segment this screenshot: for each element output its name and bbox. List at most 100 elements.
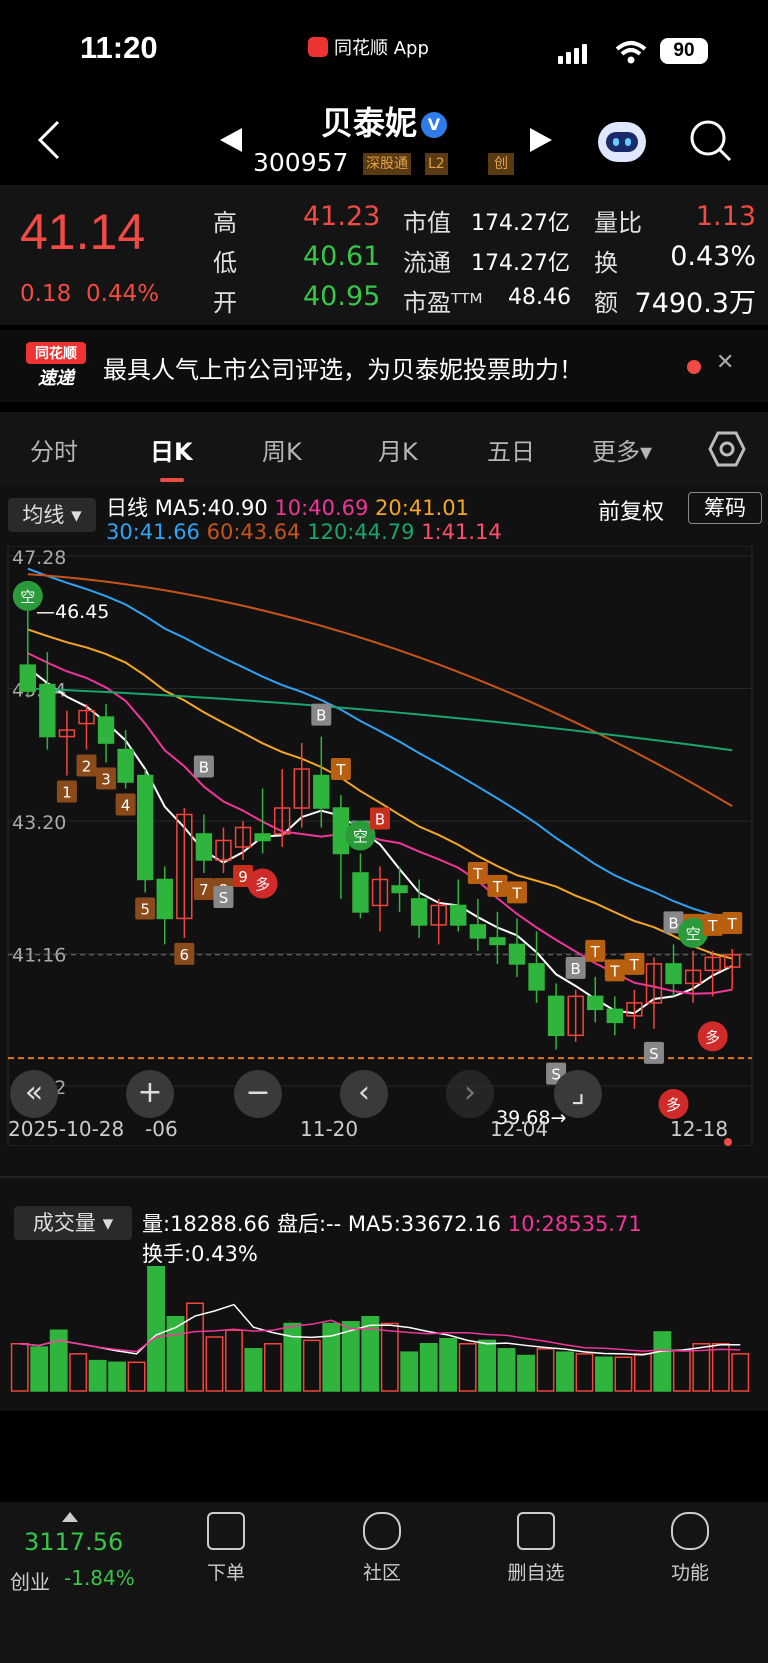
signal-marker-label: B [375,810,385,828]
tab-monthly-k[interactable]: 月K [378,432,418,467]
unread-dot [687,360,701,374]
nav-remove-watchlist[interactable]: 删自选 [486,1512,586,1585]
candle-body [587,995,604,1011]
ma-legend-item: 1:41.14 [421,520,502,544]
stock-code: 300957 [253,148,349,177]
volume-bar [244,1348,263,1392]
volume-bar [731,1353,750,1392]
volume-bar [556,1351,574,1392]
scroll-left-button[interactable]: ‹ [340,1070,388,1118]
zoom-in-button[interactable]: + [126,1070,174,1118]
functions-icon [671,1512,709,1550]
signal-marker-label: 3 [101,771,111,789]
ma-selector[interactable]: 均线 ▾ [8,498,96,532]
adjust-mode-label[interactable]: 前复权 [598,494,664,526]
tab-intraday[interactable]: 分时 [30,432,78,467]
volume-bar [400,1351,419,1392]
fullscreen-button[interactable]: ⌟ [554,1070,602,1118]
tag-l2: L2 [425,153,448,175]
volume-chart[interactable]: 59696.91 [0,1266,768,1396]
zoom-out-button[interactable]: − [234,1070,282,1118]
tab-weekly-k[interactable]: 周K [262,432,302,467]
latest-date-dot [724,1138,732,1146]
zoom-out-fast-button[interactable]: « [10,1070,58,1118]
volume-bar [205,1336,224,1392]
nav-order[interactable]: 下单 [176,1512,276,1585]
label-amount: 额 [594,289,618,317]
news-banner[interactable]: 同花顺 速递 最具人气上市公司评选，为贝泰妮投票助力！ ✕ [0,330,768,402]
community-icon [363,1512,401,1550]
order-icon [207,1512,245,1550]
volume-bar [595,1356,613,1392]
candle-body [117,748,134,783]
chips-button[interactable]: 筹码 [688,492,762,524]
volume-bar [439,1337,458,1392]
tab-daily-k[interactable]: 日K [150,432,193,467]
signal-marker-label: 4 [121,797,131,815]
candle-body [469,924,487,939]
volume-selector[interactable]: 成交量 ▾ [14,1206,132,1240]
volume-bar [653,1331,672,1392]
date-axis-label: 2025-10-28 [8,1117,124,1141]
volume-bar [302,1339,321,1392]
signal-marker-label: S [649,1045,659,1063]
nav-functions-label: 功能 [670,1562,709,1584]
label-market-cap: 市值 [403,209,451,237]
volume-bar [711,1343,730,1392]
settings-icon[interactable] [708,430,746,468]
tag-chuang: 创 [488,153,514,175]
banner-logo-bottom: 速递 [38,368,74,389]
nav-functions[interactable]: 功能 [640,1512,740,1585]
signal-marker-label: T [590,943,601,961]
ma-legend-item: 60:43.64 [206,520,301,544]
candle-body [547,995,565,1037]
volume-legend-line1: 量:18288.66 盘后:-- MA5:33672.16 10:28535.7… [142,1208,642,1238]
robot-assistant-icon[interactable] [598,118,650,166]
index-value[interactable]: 3117.56 [24,1528,123,1556]
candle-body [606,1008,623,1024]
tab-more[interactable]: 更多▾ [592,432,652,467]
signal-marker-label: B [668,914,678,932]
ma-legend-line1: 日线 MA5:40.90 10:40.69 20:41.01 [106,492,469,522]
label-high: 高 [213,209,237,237]
volume-turnover: 换手:0.43% [142,1242,258,1266]
app-icon [308,37,328,57]
label-turnover: 换 [594,249,618,277]
nav-community[interactable]: 社区 [332,1512,432,1585]
index-change: -1.84% [64,1566,135,1590]
price-axis-label: 41.16 [12,945,66,967]
stock-title[interactable]: 贝泰妮 V [0,98,768,144]
signal-marker-label: 7 [199,881,209,899]
candle-body [391,885,408,894]
candle-body [195,833,213,861]
wifi-icon [615,41,647,64]
candlestick-chart[interactable]: 47.2845.2443.2041.1639.12空123456789BS多BT… [0,546,768,1146]
signal-marker-label: 多 [255,875,270,893]
volume-bar [614,1356,633,1392]
banner-logo-top: 同花顺 [26,342,86,364]
ma-legend-line2: 30:41.66 60:43.64 120:44.79 1:41.14 [106,520,502,544]
close-icon[interactable]: ✕ [716,350,734,375]
volume-bar [380,1322,399,1392]
nav-remove-watchlist-label: 删自选 [507,1562,565,1584]
scroll-right-button[interactable]: › [446,1070,494,1118]
candle-body [332,807,350,855]
volume-bar [225,1329,243,1392]
signal-icon [558,44,590,64]
volume-bar [127,1361,146,1392]
candle-body [97,716,115,744]
signal-marker-label: T [629,956,640,974]
candle-body [489,937,506,946]
candle-body [254,833,271,842]
chart-frame [7,546,753,1146]
price-change: 0.18 [20,281,72,307]
date-axis-label: 11-20 [300,1117,358,1141]
date-axis-label: 12-18 [670,1117,728,1141]
value-low: 40.61 [303,241,381,272]
search-icon[interactable] [688,118,734,164]
signal-marker-label: T [492,878,503,896]
signal-marker-label: 空 [20,588,35,606]
date-axis-label: -06 [145,1117,178,1141]
signal-marker-label: B [316,707,326,725]
tab-five-day[interactable]: 五日 [487,432,535,467]
